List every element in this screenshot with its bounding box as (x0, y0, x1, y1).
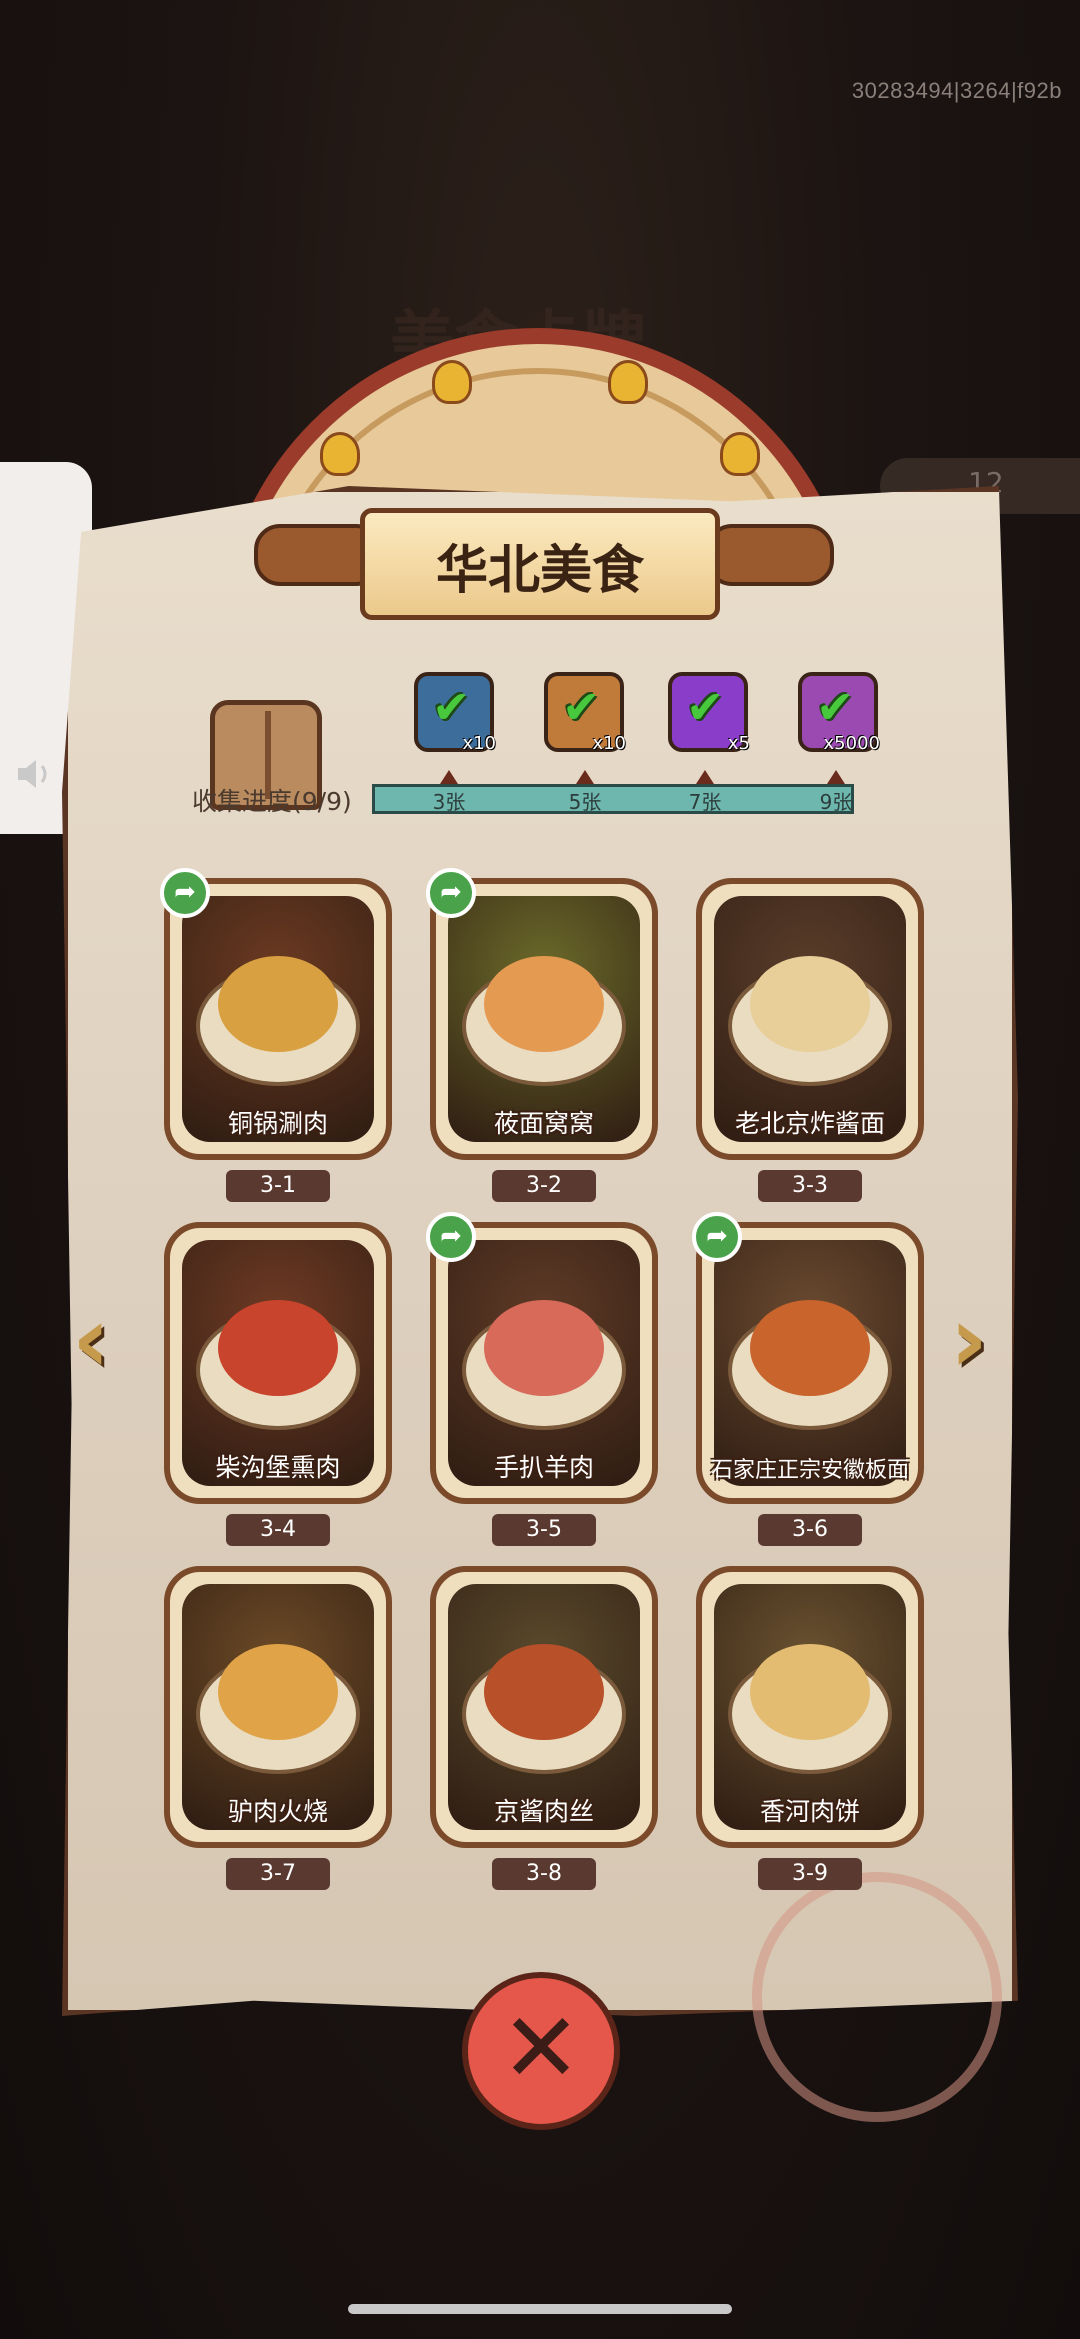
progress-tick-label: 7张 (688, 790, 722, 814)
reward-quantity: x10 (462, 733, 496, 754)
progress-tick-marker (696, 770, 714, 784)
food-card[interactable]: 柴沟堡熏肉 (164, 1222, 392, 1504)
card-number: 3-4 (226, 1514, 330, 1546)
food-name: 老北京炸酱面 (734, 1109, 885, 1138)
card-number: 3-8 (492, 1858, 596, 1890)
food-name: 驴肉火烧 (227, 1797, 328, 1826)
bell-icon (320, 432, 360, 476)
next-page-arrow-icon[interactable]: › (950, 1290, 1010, 1390)
card-number: 3-6 (758, 1514, 862, 1546)
card-number: 3-3 (758, 1170, 862, 1202)
reward-quantity: x10 (592, 733, 626, 754)
food-name: 石家庄正宗安徽板面 (710, 1458, 909, 1483)
close-button[interactable]: ✕ (462, 1972, 620, 2130)
progress-tick-label: 5张 (568, 790, 602, 814)
check-icon: ✔ (816, 680, 855, 734)
panel-title: 华北美食 (435, 541, 644, 601)
card-number: 3-1 (226, 1170, 330, 1202)
progress-tick-label: 3张 (432, 790, 466, 814)
share-icon[interactable]: ➦ (426, 868, 476, 918)
check-icon: ✔ (562, 680, 601, 734)
card-number: 3-2 (492, 1170, 596, 1202)
home-indicator[interactable] (348, 2304, 732, 2314)
treasure-chest-icon[interactable]: ✔ x10 (414, 672, 496, 754)
scroll-icon[interactable]: ✔ x10 (544, 672, 626, 754)
food (484, 1300, 604, 1396)
prev-page-arrow-icon[interactable]: ‹ (72, 1290, 132, 1390)
food-name: 手扒羊肉 (493, 1453, 594, 1482)
speaker-icon[interactable] (12, 752, 56, 796)
progress-tick-marker (576, 770, 594, 784)
food-card[interactable]: 铜锅涮肉 (164, 878, 392, 1160)
food (218, 956, 338, 1052)
share-icon[interactable]: ➦ (160, 868, 210, 918)
card-number: 3-5 (492, 1514, 596, 1546)
food-image (714, 1240, 906, 1486)
food-name: 京酱肉丝 (493, 1797, 594, 1826)
progress-tick-marker (440, 770, 458, 784)
bell-icon (720, 432, 760, 476)
progress-tick-label: 9张 (819, 790, 853, 814)
food-card[interactable]: 手扒羊肉 (430, 1222, 658, 1504)
food (750, 1300, 870, 1396)
build-id: 30283494|3264|f92b (851, 78, 1062, 103)
food-name: 莜面窝窝 (493, 1109, 594, 1138)
food (218, 1300, 338, 1396)
food-name: 铜锅涮肉 (227, 1109, 328, 1138)
share-icon[interactable]: ➦ (426, 1212, 476, 1262)
collection-progress-label: 收集进度(9/9) (192, 787, 352, 816)
bell-icon (432, 360, 472, 404)
progress-tick-marker (827, 770, 845, 784)
food (750, 956, 870, 1052)
card-number: 3-7 (226, 1858, 330, 1890)
food-card[interactable]: 莜面窝窝 (430, 878, 658, 1160)
food (484, 956, 604, 1052)
food-card[interactable]: 京酱肉丝 (430, 1566, 658, 1848)
stamp-seal (752, 1872, 1002, 2122)
food-card[interactable]: 石家庄正宗安徽板面 (696, 1222, 924, 1504)
gem-orb-icon[interactable]: ✔ x5 (668, 672, 750, 754)
share-icon[interactable]: ➦ (692, 1212, 742, 1262)
ribbon-roll-right (706, 524, 834, 586)
food (750, 1644, 870, 1740)
food-card[interactable]: 老北京炸酱面 (696, 878, 924, 1160)
card-number: 3-9 (758, 1858, 862, 1890)
food (218, 1644, 338, 1740)
food (484, 1644, 604, 1740)
reward-quantity: x5 (727, 733, 750, 754)
reward-quantity: x5000 (823, 733, 880, 754)
check-icon: ✔ (432, 680, 471, 734)
food-card[interactable]: 驴肉火烧 (164, 1566, 392, 1848)
check-icon: ✔ (686, 680, 725, 734)
food-name: 香河肉饼 (759, 1797, 860, 1826)
crystal-icon[interactable]: ✔ x5000 (798, 672, 880, 754)
bell-icon (608, 360, 648, 404)
food-name: 柴沟堡熏肉 (215, 1453, 341, 1482)
food-card[interactable]: 香河肉饼 (696, 1566, 924, 1848)
